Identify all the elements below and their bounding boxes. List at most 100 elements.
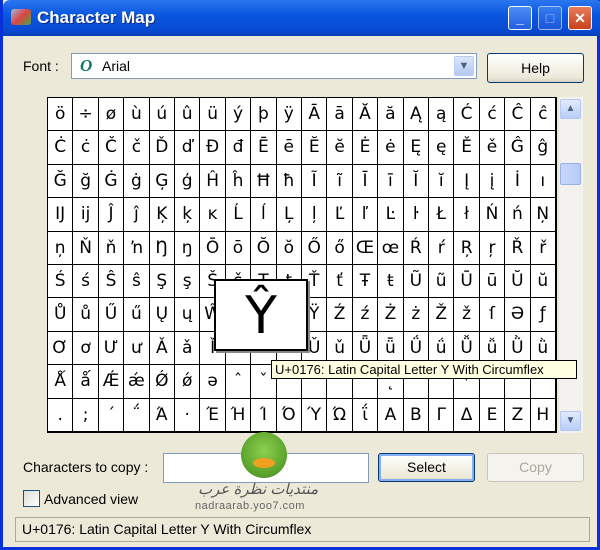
character-cell[interactable]: Ό xyxy=(276,398,302,432)
character-cell[interactable]: Ď xyxy=(149,131,175,165)
character-cell[interactable]: ĭ xyxy=(428,164,455,199)
character-cell[interactable]: Ά xyxy=(149,398,175,432)
character-cell[interactable]: ļ xyxy=(301,198,328,232)
character-cell[interactable]: Ĭ xyxy=(403,164,429,199)
character-cell[interactable]: ę xyxy=(428,131,455,165)
character-cell[interactable]: Ǻ xyxy=(48,365,74,399)
character-cell[interactable]: Ċ xyxy=(48,131,74,165)
character-cell[interactable]: Ī xyxy=(352,164,379,199)
character-cell[interactable]: ġ xyxy=(124,164,150,199)
character-cell[interactable]: ŗ xyxy=(479,231,506,265)
character-cell[interactable]: ū xyxy=(479,265,506,299)
character-cell[interactable]: ű xyxy=(124,298,150,332)
character-cell[interactable]: Ő xyxy=(301,231,328,265)
character-cell[interactable]: Ĳ xyxy=(48,198,74,232)
copy-button[interactable]: Copy xyxy=(487,453,584,482)
character-cell[interactable]: Ώ xyxy=(327,398,353,432)
character-cell[interactable]: ş xyxy=(174,265,201,299)
character-cell[interactable]: Ś xyxy=(48,265,74,299)
character-cell[interactable]: ö xyxy=(48,98,74,132)
character-cell[interactable]: ĝ xyxy=(530,131,556,165)
character-cell[interactable]: ċ xyxy=(73,131,99,165)
character-cell[interactable]: · xyxy=(174,398,201,432)
character-cell[interactable]: Ŧ xyxy=(352,265,379,299)
scroll-thumb[interactable] xyxy=(560,163,581,185)
character-cell[interactable]: þ xyxy=(251,98,277,132)
character-cell[interactable]: Ư xyxy=(98,331,125,366)
character-cell[interactable]: ĉ xyxy=(530,98,556,132)
character-cell[interactable]: ŭ xyxy=(530,265,556,299)
character-cell[interactable]: Ž xyxy=(428,298,455,332)
title-bar[interactable]: Character Map _ □ ✕ xyxy=(3,0,600,36)
character-cell[interactable]: ľ xyxy=(352,198,379,232)
character-cell[interactable]: į xyxy=(479,164,506,199)
character-cell[interactable]: Ĩ xyxy=(301,164,328,199)
character-cell[interactable]: ũ xyxy=(428,265,455,299)
advanced-view-label[interactable]: Advanced view xyxy=(44,491,138,507)
character-cell[interactable]: ø xyxy=(98,98,125,132)
advanced-view-checkbox[interactable] xyxy=(23,490,40,507)
scroll-up-button[interactable]: ▲ xyxy=(560,99,581,119)
character-cell[interactable]: Ŗ xyxy=(454,231,480,265)
character-cell[interactable]: Έ xyxy=(200,398,226,432)
character-cell[interactable]: Ǽ xyxy=(98,365,125,399)
character-cell[interactable]: ē xyxy=(276,131,302,165)
character-cell[interactable]: ü xyxy=(200,98,226,132)
character-cell[interactable]: ė xyxy=(378,131,404,165)
character-cell[interactable]: Ǿ xyxy=(149,365,175,399)
character-cell[interactable]: Į xyxy=(454,164,480,199)
character-cell[interactable]: ĕ xyxy=(327,131,353,165)
character-cell[interactable]: Ć xyxy=(454,98,480,132)
scroll-down-button[interactable]: ▼ xyxy=(560,411,581,431)
character-cell[interactable]: Ĥ xyxy=(200,164,226,199)
character-cell[interactable]: ģ xyxy=(174,164,201,199)
character-cell[interactable]: Ĉ xyxy=(505,98,531,132)
character-cell[interactable]: Ŀ xyxy=(378,198,404,232)
character-cell[interactable]: Ε xyxy=(479,398,506,432)
character-cell[interactable]: ż xyxy=(403,298,429,332)
character-cell[interactable]: ΅ xyxy=(124,398,150,432)
character-cell[interactable]: ų xyxy=(174,298,201,332)
character-cell[interactable]: ơ xyxy=(73,331,99,366)
character-cell[interactable]: đ xyxy=(225,131,252,165)
character-cell[interactable]: ĥ xyxy=(225,164,252,199)
character-cell[interactable]: ÿ xyxy=(276,98,302,132)
character-cell[interactable]: ť xyxy=(327,265,353,299)
character-cell[interactable]: ı xyxy=(530,164,556,199)
character-cell[interactable]: Γ xyxy=(428,398,455,432)
character-cell[interactable]: ň xyxy=(98,231,125,265)
character-cell[interactable]: ə xyxy=(200,365,226,399)
character-cell[interactable]: Œ xyxy=(352,231,379,265)
character-cell[interactable]: . xyxy=(48,398,74,432)
character-cell[interactable]: Ĺ xyxy=(225,198,252,232)
character-cell[interactable]: ǽ xyxy=(124,365,150,399)
character-cell[interactable]: ĩ xyxy=(327,164,353,199)
character-cell[interactable]: ú xyxy=(149,98,175,132)
character-cell[interactable]: ă xyxy=(378,98,404,132)
character-cell[interactable]: ǿ xyxy=(174,365,201,399)
close-button[interactable]: ✕ xyxy=(568,6,592,30)
character-cell[interactable]: Ğ xyxy=(48,164,74,199)
help-button[interactable]: Help xyxy=(487,53,584,83)
character-cell[interactable]: û xyxy=(174,98,201,132)
character-cell[interactable]: Ų xyxy=(149,298,175,332)
character-cell[interactable]: œ xyxy=(378,231,404,265)
character-cell[interactable]: ǎ xyxy=(174,331,201,366)
character-cell[interactable]: Ł xyxy=(428,198,455,232)
character-cell[interactable]: Ə xyxy=(505,298,531,332)
character-cell[interactable]: ŝ xyxy=(124,265,150,299)
character-cell[interactable]: Ǎ xyxy=(149,331,175,366)
character-cell[interactable]: ĳ xyxy=(73,198,99,232)
character-cell[interactable]: Ē xyxy=(251,131,277,165)
character-cell[interactable]: Ź xyxy=(327,298,353,332)
character-cell[interactable]: ĺ xyxy=(251,198,277,232)
character-cell[interactable]: Ō xyxy=(200,231,226,265)
character-cell[interactable]: Ġ xyxy=(98,164,125,199)
character-cell[interactable]: Ą xyxy=(403,98,429,132)
select-button[interactable]: Select xyxy=(378,453,475,482)
character-cell[interactable]: Ŋ xyxy=(149,231,175,265)
character-cell[interactable]: Ņ xyxy=(530,198,556,232)
character-cell[interactable]: Ā xyxy=(301,98,328,132)
character-cell[interactable]: ù xyxy=(124,98,150,132)
character-cell[interactable]: Ě xyxy=(454,131,480,165)
